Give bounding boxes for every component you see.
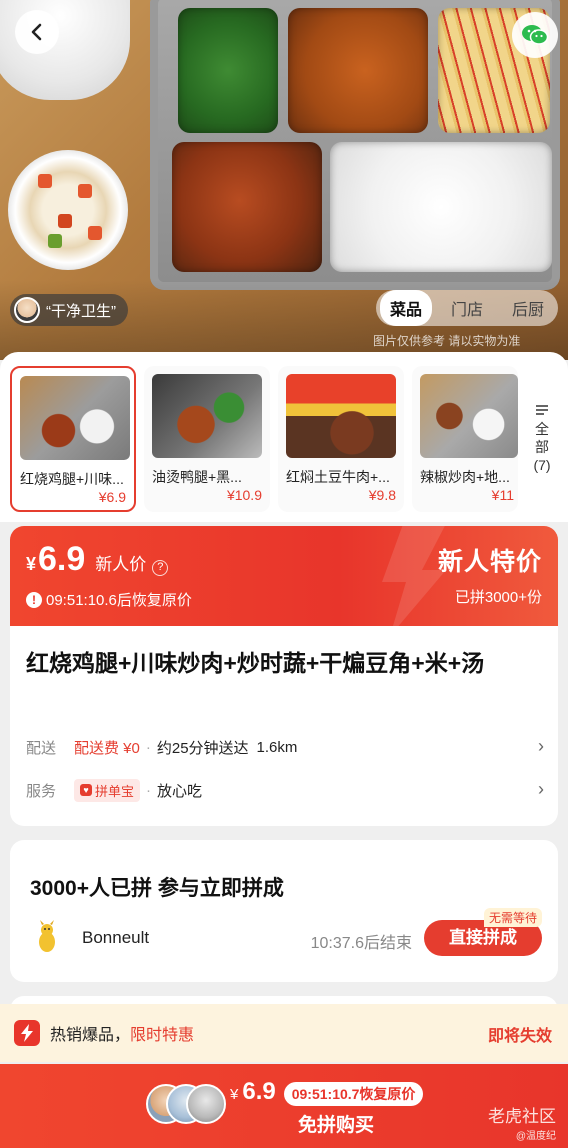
group-user-name: Bonneult (82, 928, 150, 947)
hot-deal-strip: 热销爆品，限时特惠 即将失效 (0, 1004, 568, 1062)
service-tag-label: 拼单宝 (95, 783, 135, 799)
all-dishes-link[interactable]: 全部 (7) (530, 402, 554, 474)
dish-option[interactable]: 油烫鸭腿+黑... ¥10.9 (144, 366, 270, 512)
chevron-left-icon (31, 23, 42, 41)
no-wait-badge: 无需等待 (483, 908, 542, 927)
buy-bar[interactable]: ¥ 6.9 09:51:10.7恢复原价 免拼购买 老虎社区 @温度纪 (0, 1064, 568, 1148)
question-icon[interactable]: ? (152, 560, 169, 576)
dish-name: 辣椒炒肉+地... (420, 469, 510, 485)
dish-option[interactable]: 辣椒炒肉+地... ¥11 (412, 366, 518, 512)
dish-thumbnail (420, 374, 518, 458)
delivery-fee: 配送费 ¥0 (74, 739, 140, 757)
buy-alone-button-label: 免拼购买 (298, 1115, 375, 1136)
service-row[interactable]: 服务 ♥ 拼单宝 · 放心吃 › (26, 775, 544, 805)
tab-store[interactable]: 门店 (441, 290, 493, 326)
price-countdown: 09:51:10.6后恢复原价 (46, 592, 192, 609)
photo-tabs: 菜品 门店 后厨 (376, 290, 558, 326)
group-buy-card: 3000+人已拼 参与立即拼成 Bonneult 10:37.6后结束 直接拼成… (10, 840, 558, 982)
joined-count: 已拼3000+份 (454, 589, 542, 606)
special-offer-title: 新人特价 (437, 548, 542, 576)
all-dishes-count: (7) (533, 457, 551, 473)
product-title: 红烧鸡腿+川味炒肉+炒时蔬+干煸豆角+米+汤 (26, 650, 485, 676)
service-label: 服务 (26, 782, 57, 800)
all-dishes-label: 全部 (535, 421, 549, 455)
photo-disclaimer: 图片仅供参考 请以实物为准 (373, 334, 521, 348)
chevron-right-icon: › (538, 779, 544, 799)
info-icon: ! (26, 591, 42, 608)
group-title: 3000+人已拼 参与立即拼成 (30, 877, 284, 900)
watermark: 老虎社区 @温度纪 (488, 1107, 556, 1142)
delivery-label: 配送 (26, 739, 57, 757)
currency-symbol: ¥ (26, 554, 37, 574)
delivery-time: 约25分钟送达 (156, 739, 249, 757)
service-text: 放心吃 (157, 782, 203, 800)
tab-kitchen[interactable]: 后厨 (502, 290, 554, 326)
list-icon (536, 405, 548, 415)
reviewer-avatar (14, 297, 40, 323)
radish-bowl-image (8, 150, 128, 270)
buyer-avatars (146, 1084, 226, 1126)
service-badge: ♥ 拼单宝 (74, 778, 141, 802)
chevron-right-icon: › (538, 736, 544, 756)
cup-image (0, 0, 130, 100)
avatar (186, 1084, 226, 1124)
back-button[interactable] (15, 10, 59, 54)
dish-name: 油烫鸭腿+黑... (152, 469, 242, 485)
hot-deal-text: 热销爆品，限时特惠 (50, 1027, 195, 1044)
dish-option[interactable]: 红烧鸡腿+川味... ¥6.9 (10, 366, 136, 512)
dish-price: ¥10.9 (226, 487, 262, 503)
dish-name: 红焖土豆牛肉+... (286, 469, 390, 485)
dish-selector: 红烧鸡腿+川味... ¥6.9 油烫鸭腿+黑... ¥10.9 红焖土豆牛肉+.… (0, 352, 568, 522)
expiring-label: 即将失效 (487, 1028, 552, 1045)
product-info-card: 红烧鸡腿+川味炒肉+炒时蔬+干煸豆角+米+汤 配送 配送费 ¥0 · 约25分钟… (10, 626, 558, 826)
limited-offer-text: 限时特惠 (130, 1027, 195, 1044)
dish-thumbnail (152, 374, 262, 458)
new-user-price: 6.9 (38, 540, 86, 578)
dish-price: ¥9.8 (368, 487, 396, 503)
dish-name: 红烧鸡腿+川味... (20, 471, 124, 487)
share-wechat-button[interactable] (512, 12, 558, 58)
restore-countdown: 09:51:10.7恢复原价 (283, 1082, 424, 1106)
group-countdown: 10:37.6后结束 (310, 935, 412, 952)
user-avatar (39, 920, 55, 952)
currency-symbol: ¥ (230, 1086, 239, 1103)
lightning-icon (14, 1020, 40, 1046)
delivery-row[interactable]: 配送 配送费 ¥0 · 约25分钟送达 1.6km › (26, 732, 544, 762)
dish-price: ¥6.9 (98, 489, 126, 505)
tab-dishes[interactable]: 菜品 (380, 290, 433, 326)
wechat-icon (522, 25, 549, 45)
heart-shield-icon: ♥ (80, 784, 92, 796)
distance: 1.6km (256, 738, 298, 756)
hygiene-label: “干净卫生” (46, 302, 116, 320)
dish-option[interactable]: 红焖土豆牛肉+... ¥9.8 (278, 366, 404, 512)
new-user-price-label: 新人价 (95, 555, 147, 574)
dish-thumbnail (286, 374, 396, 458)
hygiene-badge[interactable]: “干净卫生” (10, 294, 128, 326)
buy-price: 6.9 (242, 1078, 276, 1105)
price-banner: ¥ 6.9 新人价 ? ! 09:51:10.6后恢复原价 新人特价 已拼300… (10, 526, 558, 626)
dish-thumbnail (20, 376, 130, 460)
food-tray-image (150, 0, 560, 290)
dish-price: ¥11 (491, 487, 514, 503)
